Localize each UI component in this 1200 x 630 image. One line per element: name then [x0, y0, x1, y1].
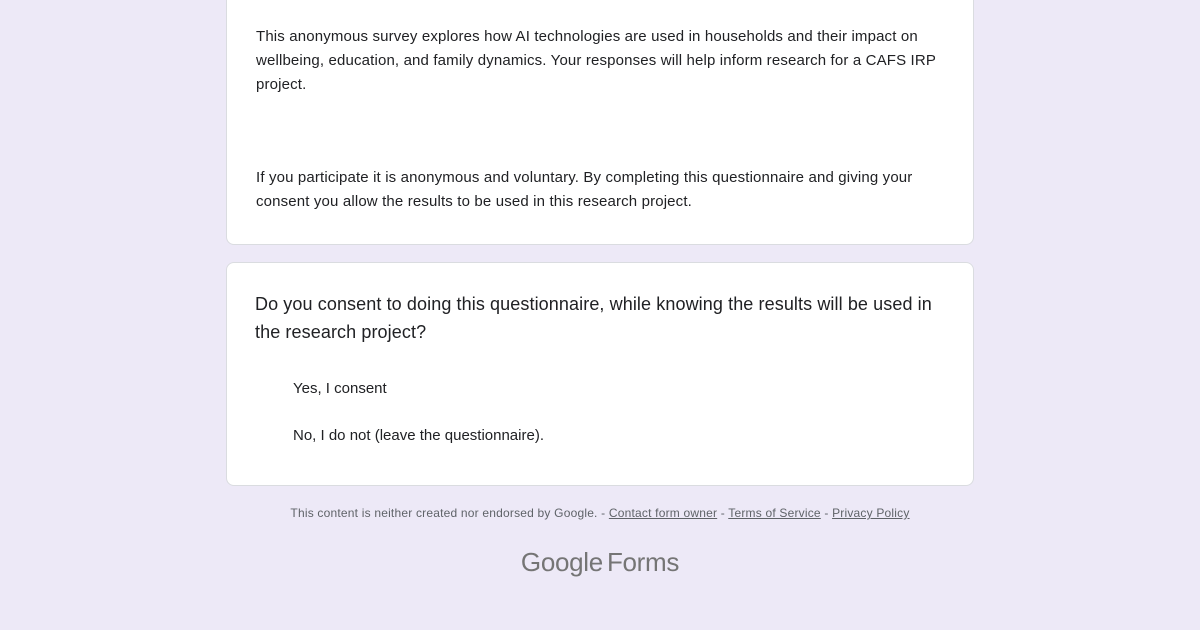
option-yes-consent[interactable]: Yes, I consent — [293, 379, 387, 399]
forms-wordmark: Forms — [606, 547, 680, 577]
google-forms-logo[interactable]: Google Forms — [0, 547, 1200, 578]
separator: - — [820, 506, 833, 520]
form-description-card: This anonymous survey explores how AI te… — [226, 0, 974, 245]
option-label: Yes, I consent — [293, 380, 387, 397]
description-paragraph-2: If you participate it is anonymous and v… — [256, 169, 913, 210]
privacy-policy-link[interactable]: Privacy Policy — [832, 506, 909, 520]
option-label: No, I do not (leave the questionnaire). — [293, 427, 544, 444]
separator: - — [597, 506, 609, 520]
footer-disclaimer: This content is neither created nor endo… — [0, 506, 1200, 520]
terms-of-service-link[interactable]: Terms of Service — [728, 506, 821, 520]
consent-question-card: Do you consent to doing this questionnai… — [226, 262, 974, 486]
separator: - — [717, 506, 729, 520]
google-wordmark: Google — [520, 547, 603, 577]
question-title: Do you consent to doing this questionnai… — [255, 294, 932, 342]
option-no-consent[interactable]: No, I do not (leave the questionnaire). — [293, 426, 544, 446]
description-paragraph-1: This anonymous survey explores how AI te… — [256, 28, 936, 93]
contact-form-owner-link[interactable]: Contact form owner — [609, 506, 717, 520]
disclaimer-text: This content is neither created nor endo… — [290, 506, 598, 520]
